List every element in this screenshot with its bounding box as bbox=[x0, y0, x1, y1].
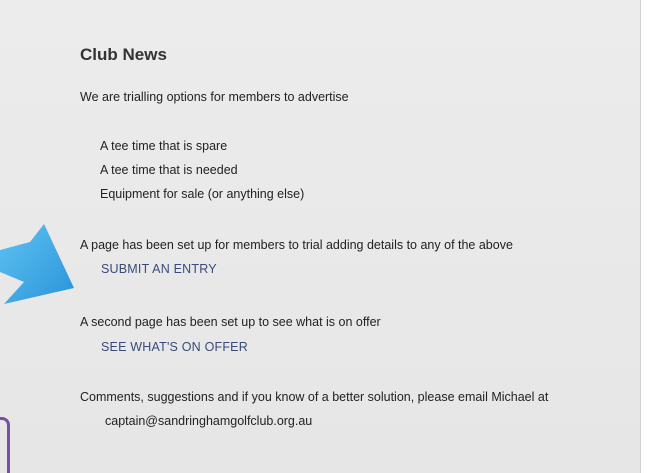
intro-text: We are trialling options for members to … bbox=[80, 90, 349, 104]
option-item: Equipment for sale (or anything else) bbox=[100, 187, 305, 201]
submit-entry-link[interactable]: SUBMIT AN ENTRY bbox=[101, 262, 217, 276]
accent-mark bbox=[0, 417, 10, 473]
see-offer-link[interactable]: SEE WHAT'S ON OFFER bbox=[101, 340, 248, 354]
page-title: Club News bbox=[80, 45, 167, 64]
email-address[interactable]: captain@sandringhamgolfclub.org.au bbox=[105, 414, 312, 428]
offer-description: A second page has been set up to see wha… bbox=[80, 315, 381, 329]
option-item: A tee time that is spare bbox=[100, 139, 228, 153]
option-item: A tee time that is needed bbox=[100, 163, 238, 177]
comments-text: Comments, suggestions and if you know of… bbox=[80, 390, 549, 404]
submit-description: A page has been set up for members to tr… bbox=[80, 238, 513, 252]
page: Club News We are trialling options for m… bbox=[0, 0, 647, 473]
club-news-panel: Club News We are trialling options for m… bbox=[0, 0, 641, 473]
